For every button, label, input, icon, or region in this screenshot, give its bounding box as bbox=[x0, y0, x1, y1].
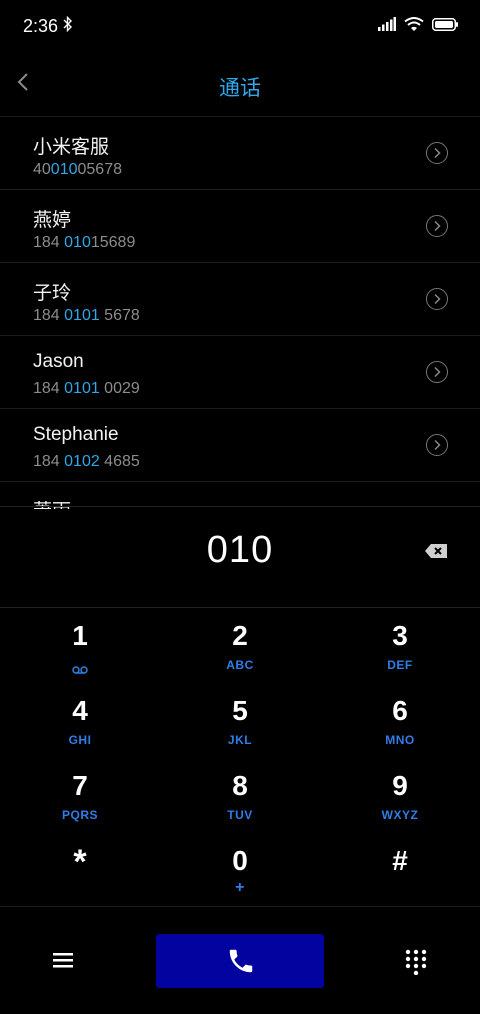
contact-name: Stephanie bbox=[33, 424, 119, 445]
backspace-button[interactable] bbox=[424, 543, 450, 561]
key-5[interactable]: 5 JKL bbox=[180, 691, 300, 761]
contact-row[interactable]: 子玲 184 0101 5678 bbox=[0, 263, 480, 336]
contact-number: 184 0101 5678 bbox=[33, 307, 140, 324]
contact-row[interactable]: 萧雨 bbox=[0, 482, 480, 509]
contact-detail-button[interactable] bbox=[426, 361, 448, 383]
chevron-right-circle-icon bbox=[434, 293, 441, 305]
call-button[interactable] bbox=[156, 934, 324, 988]
chevron-right-circle-icon bbox=[434, 220, 441, 232]
contact-name: Jason bbox=[33, 351, 84, 372]
dialpad-icon bbox=[405, 949, 427, 976]
backspace-icon bbox=[425, 544, 447, 558]
key-2[interactable]: 2 ABC bbox=[180, 616, 300, 686]
key-4[interactable]: 4 GHI bbox=[20, 691, 140, 761]
contact-number: 184 0102 4685 bbox=[33, 453, 140, 470]
dial-input-area: 010 bbox=[0, 506, 480, 608]
contact-detail-button[interactable] bbox=[426, 142, 448, 164]
contact-row[interactable]: 燕婷 184 01015689 bbox=[0, 190, 480, 263]
contact-row[interactable]: 小米客服 4001005678 bbox=[0, 117, 480, 190]
chevron-right-circle-icon bbox=[434, 366, 441, 378]
contact-number: 184 01015689 bbox=[33, 234, 136, 251]
contact-name: 子玲 bbox=[33, 283, 72, 304]
bluetooth-icon bbox=[63, 15, 73, 38]
contact-number: 4001005678 bbox=[33, 161, 122, 178]
key-star[interactable]: * bbox=[20, 841, 140, 911]
key-1[interactable]: 1 bbox=[20, 616, 140, 686]
wifi-icon bbox=[404, 17, 424, 36]
page-title: 通话 bbox=[219, 77, 261, 100]
contact-detail-button[interactable] bbox=[426, 434, 448, 456]
key-hash[interactable]: # bbox=[340, 841, 460, 911]
chevron-right-circle-icon bbox=[434, 147, 441, 159]
key-6[interactable]: 6 MNO bbox=[340, 691, 460, 761]
header: 通话 bbox=[0, 58, 480, 114]
key-7[interactable]: 7 PQRS bbox=[20, 766, 140, 836]
menu-icon bbox=[53, 953, 73, 968]
status-bar: 2:36 bbox=[0, 0, 480, 52]
chevron-right-circle-icon bbox=[434, 439, 441, 451]
dialed-number[interactable]: 010 bbox=[0, 529, 480, 572]
bottom-action-bar bbox=[0, 906, 480, 1014]
phone-icon bbox=[229, 949, 253, 973]
contact-number: 184 0101 0029 bbox=[33, 380, 140, 397]
contact-row[interactable]: Jason 184 0101 0029 bbox=[0, 336, 480, 409]
contact-detail-button[interactable] bbox=[426, 215, 448, 237]
key-9[interactable]: 9 WXYZ bbox=[340, 766, 460, 836]
dialpad-toggle-button[interactable] bbox=[405, 949, 427, 976]
contact-row[interactable]: Stephanie 184 0102 4685 bbox=[0, 409, 480, 482]
battery-icon bbox=[432, 17, 458, 36]
voicemail-icon bbox=[72, 661, 88, 679]
signal-icon bbox=[378, 17, 396, 36]
contact-suggestions: 小米客服 4001005678 燕婷 184 01015689 子玲 184 0… bbox=[0, 116, 480, 509]
key-3[interactable]: 3 DEF bbox=[340, 616, 460, 686]
key-0[interactable]: 0 + bbox=[180, 841, 300, 911]
status-time: 2:36 bbox=[23, 16, 59, 36]
contact-name: 小米客服 bbox=[33, 137, 110, 158]
contact-detail-button[interactable] bbox=[426, 288, 448, 310]
key-8[interactable]: 8 TUV bbox=[180, 766, 300, 836]
contact-name: 燕婷 bbox=[33, 210, 72, 231]
menu-button[interactable] bbox=[52, 951, 76, 971]
